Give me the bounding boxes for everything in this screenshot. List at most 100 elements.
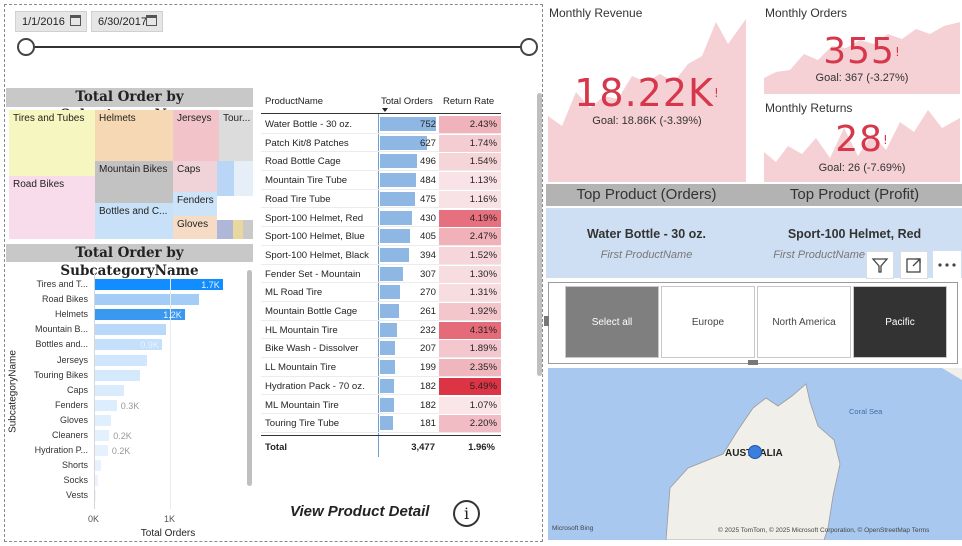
end-date-value: 6/30/2017 — [98, 16, 147, 28]
orders-title: Monthly Orders — [765, 6, 848, 20]
treemap-tile[interactable]: Jerseys — [173, 110, 219, 161]
return-rate-cell: 1.07% — [469, 399, 497, 411]
bar-category-label: Bottles and... — [35, 339, 88, 350]
treemap-tile[interactable]: Road Bikes — [9, 176, 95, 239]
table-row[interactable]: Patch Kit/8 Patches 627 1.74% — [261, 134, 501, 153]
table-row[interactable]: LL Mountain Tire 199 2.35% — [261, 358, 501, 377]
region-north-america[interactable]: North America — [757, 286, 851, 358]
treemap-tile[interactable] — [217, 161, 234, 196]
table-row[interactable]: Sport-100 Helmet, Black 394 1.52% — [261, 246, 501, 265]
table-row[interactable]: Road Bottle Cage 496 1.54% — [261, 152, 501, 172]
orders-cell: 430 — [419, 212, 436, 224]
bar-category-label: Socks — [63, 475, 88, 486]
region-pacific[interactable]: Pacific — [853, 286, 947, 358]
table-row[interactable]: ML Mountain Tire 182 1.07% — [261, 396, 501, 415]
resize-handle[interactable] — [544, 316, 549, 326]
orders-cell: 475 — [419, 193, 436, 205]
revenue-title: Monthly Revenue — [549, 6, 643, 20]
calendar-icon[interactable] — [70, 15, 81, 26]
start-date-input[interactable]: 1/1/2016 — [15, 11, 87, 32]
product-name-cell: Sport-100 Helmet, Black — [265, 249, 369, 261]
table-row[interactable]: Hydration Pack - 70 oz. 182 5.49% — [261, 377, 501, 396]
treemap-tile[interactable]: Bottles and C... — [95, 203, 173, 239]
date-range-start-handle[interactable] — [17, 38, 35, 56]
return-rate-cell: 2.43% — [469, 119, 497, 130]
treemap-tile[interactable]: Helmets — [95, 110, 173, 161]
treemap-tile[interactable] — [233, 220, 243, 239]
column-header-return-rate[interactable]: Return Rate — [443, 96, 494, 107]
product-name-cell: HL Mountain Tire — [265, 324, 338, 336]
date-range-end-handle[interactable] — [520, 38, 538, 56]
orders-cell: 484 — [419, 175, 436, 187]
region-select-all[interactable]: Select all — [565, 286, 659, 358]
bar-data-label: 0.9K — [140, 340, 159, 351]
table-scrollbar[interactable] — [537, 93, 542, 376]
bar-grid-line — [170, 273, 171, 509]
table-row[interactable]: ML Road Tire 270 1.31% — [261, 283, 501, 302]
sort-down-icon[interactable] — [382, 108, 388, 112]
treemap-tile[interactable] — [243, 220, 253, 239]
table-row[interactable]: Fender Set - Mountain 307 1.30% — [261, 265, 501, 284]
more-options-icon[interactable] — [933, 251, 961, 279]
treemap-tile[interactable] — [234, 161, 253, 196]
return-rate-cell: 1.89% — [469, 343, 497, 355]
treemap-tile[interactable]: Caps — [173, 161, 217, 192]
table-row[interactable]: Bike Wash - Dissolver 207 1.89% — [261, 339, 501, 359]
top-product-orders-name: Water Bottle - 30 oz. — [587, 227, 706, 241]
treemap-tile[interactable] — [217, 220, 233, 239]
resize-handle[interactable] — [748, 360, 758, 365]
info-icon[interactable]: i — [453, 500, 480, 527]
sea-label: Coral Sea — [849, 407, 883, 416]
bar-mark[interactable] — [94, 354, 148, 366]
treemap-tile[interactable]: Gloves — [173, 216, 217, 239]
view-product-detail-button[interactable]: View Product Detail — [290, 503, 429, 520]
table-row[interactable]: Sport-100 Helmet, Red 430 4.19% — [261, 209, 501, 228]
treemap-tile[interactable]: Tires and Tubes — [9, 110, 95, 176]
bar-mark[interactable] — [94, 384, 125, 396]
bar-axis-line — [94, 273, 95, 509]
column-header-orders[interactable]: Total Orders — [381, 96, 433, 107]
filter-icon[interactable] — [866, 251, 894, 279]
revenue-goal: Goal: 18.86K (-3.39%) — [592, 115, 702, 127]
return-rate-cell: 5.49% — [469, 380, 497, 392]
end-date-input[interactable]: 6/30/2017 — [91, 11, 163, 32]
treemap-tile[interactable]: Fenders — [173, 192, 217, 216]
return-rate-cell: 1.74% — [469, 137, 497, 149]
product-name-cell: Mountain Bottle Cage — [265, 306, 358, 317]
date-range-track[interactable] — [26, 46, 530, 48]
calendar-icon[interactable] — [146, 15, 157, 26]
region-europe[interactable]: Europe — [661, 286, 755, 358]
orders-cell: 496 — [419, 156, 436, 168]
bar-mark[interactable] — [94, 430, 110, 441]
bar-mark[interactable] — [94, 399, 117, 411]
bar-chart: Tires and T... 1.7K Road Bikes Helmets 1.2K M… — [8, 276, 248, 506]
focus-mode-icon[interactable] — [900, 251, 928, 279]
table-row[interactable]: HL Mountain Tire 232 4.31% — [261, 321, 501, 340]
bar-mark[interactable] — [94, 324, 167, 336]
table-row[interactable]: Touring Tire Tube 181 2.20% — [261, 414, 501, 433]
bar-mark[interactable] — [94, 294, 199, 306]
treemap-title: Total Order by SubcategoryName — [6, 88, 253, 123]
bar-mark[interactable] — [94, 369, 140, 381]
bing-logo: Microsoft Bing — [552, 525, 594, 532]
bar-mark[interactable] — [94, 460, 101, 472]
treemap-tile[interactable]: Tour... — [219, 110, 253, 161]
top-product-profit-name: Sport-100 Helmet, Red — [787, 227, 922, 241]
orders-cell: 752 — [419, 119, 436, 130]
treemap-tile[interactable]: Mountain Bikes — [95, 161, 173, 203]
bar-data-label: 1.2K — [163, 310, 182, 321]
x-tick-label: 1K — [164, 514, 176, 524]
map[interactable]: Coral Sea AUSTRALIA Microsoft Bing © 202… — [548, 368, 962, 540]
table-row[interactable]: Road Tire Tube 475 1.16% — [261, 190, 501, 209]
table-row[interactable]: Mountain Tire Tube 484 1.13% — [261, 171, 501, 190]
bar-mark[interactable] — [94, 414, 112, 426]
map-bubble[interactable] — [748, 445, 762, 459]
bar-chart-scrollbar[interactable] — [247, 270, 252, 486]
table-row[interactable]: Mountain Bottle Cage 261 1.92% — [261, 302, 501, 321]
table-row[interactable]: Water Bottle - 30 oz. 752 2.43% — [261, 115, 501, 134]
return-rate-cell: 1.92% — [469, 306, 497, 317]
table-row[interactable]: Sport-100 Helmet, Blue 405 2.47% — [261, 227, 501, 246]
column-header-product[interactable]: ProductName — [265, 96, 323, 107]
product-name-cell: Mountain Tire Tube — [265, 175, 348, 187]
bar-mark[interactable] — [94, 445, 108, 457]
